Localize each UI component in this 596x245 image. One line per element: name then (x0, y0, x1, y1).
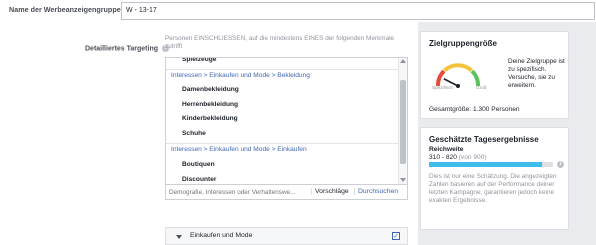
list-item[interactable]: Boutiquen (166, 159, 398, 171)
scrollbar[interactable] (398, 58, 407, 184)
category-dropdown-label: Einkaufen und Mode (190, 232, 253, 239)
gauge-red-arc (436, 69, 446, 87)
targeting-browser: Spielzeuge Interessen > Einkaufen und Mod… (165, 57, 408, 200)
detailed-targeting-label-text: Detailliertes Targeting (85, 45, 159, 53)
gauge-green-arc (470, 69, 480, 87)
include-instruction: Personen EINSCHLIESSEN, auf die mindeste… (165, 35, 395, 50)
list-item[interactable]: Spielzeuge (166, 58, 398, 65)
scroll-down-arrow-icon[interactable] (400, 178, 406, 182)
adset-name-row: Name der Werbeanzeigengruppe i W - 13-17 (0, 0, 596, 22)
gauge-label-specific: Spezifisch (432, 85, 453, 90)
list-item[interactable]: Discounter (166, 174, 398, 184)
list-item[interactable]: Kinderbekleidung (166, 113, 398, 125)
estimate-disclaimer: Dies ist nur eine Schätzung. Die angezei… (429, 173, 557, 204)
browse-active-indicator (353, 199, 407, 200)
targeting-search-input[interactable] (169, 187, 309, 198)
reach-bar-fill (429, 162, 542, 167)
audience-description: Deine Zielgruppe ist zu spezifisch. Vers… (508, 58, 565, 89)
list-item[interactable]: Damenbekleidung (166, 84, 398, 96)
list-item[interactable]: Herrenbekleidung (166, 99, 398, 111)
gauge-label-broad: Groß (476, 85, 487, 90)
gauge-yellow-arc (443, 63, 473, 73)
reach-label: Reichweite (429, 146, 464, 153)
reach-range-value: 310 - 820 (429, 154, 457, 161)
list-item[interactable]: Schuhe (166, 128, 398, 140)
chevron-down-icon[interactable] (176, 235, 182, 239)
category-path[interactable]: Interessen > Einkaufen und Mode > Einkau… (166, 143, 398, 155)
category-path[interactable]: Interessen > Einkaufen und Mode > Beklei… (166, 69, 398, 81)
daily-results-title: Geschätzte Tagesergebnisse (429, 135, 539, 144)
targeting-list: Spielzeuge Interessen > Einkaufen und Mod… (166, 58, 398, 184)
daily-results-panel: Geschätzte Tagesergebnisse Reichweite 31… (420, 127, 569, 230)
targeting-section: Detailliertes Targeting i Personen EINSC… (0, 22, 418, 245)
reach-total: (von 900) (458, 154, 487, 161)
gauge-hub (456, 84, 460, 88)
scroll-thumb[interactable] (400, 80, 406, 164)
adset-name-label: Name der Werbeanzeigengruppe i (9, 5, 132, 14)
audience-size-title: Zielgruppengröße (429, 39, 497, 48)
info-icon[interactable]: i (557, 161, 564, 168)
category-checkbox[interactable]: ✓ (392, 232, 400, 240)
targeting-search-bar: Vorschläge Durchsuchen (166, 184, 407, 200)
audience-total-size: Gesamtgröße: 1.300 Personen (429, 106, 520, 113)
scroll-up-arrow-icon[interactable] (400, 59, 406, 63)
adset-name-input[interactable]: W - 13-17 (121, 2, 595, 20)
browse-button[interactable]: Durchsuchen (354, 188, 398, 195)
adset-name-label-text: Name der Werbeanzeigengruppe (9, 5, 121, 14)
reach-range: 310 - 820 (von 900) (429, 154, 487, 161)
audience-size-panel: Zielgruppengröße Spezifisch Groß Deine Z… (420, 31, 569, 119)
category-dropdown-row[interactable]: Einkaufen und Mode ✓ (165, 227, 408, 245)
suggestions-button[interactable]: Vorschläge (311, 188, 349, 195)
detailed-targeting-label: Detailliertes Targeting i (85, 45, 169, 52)
